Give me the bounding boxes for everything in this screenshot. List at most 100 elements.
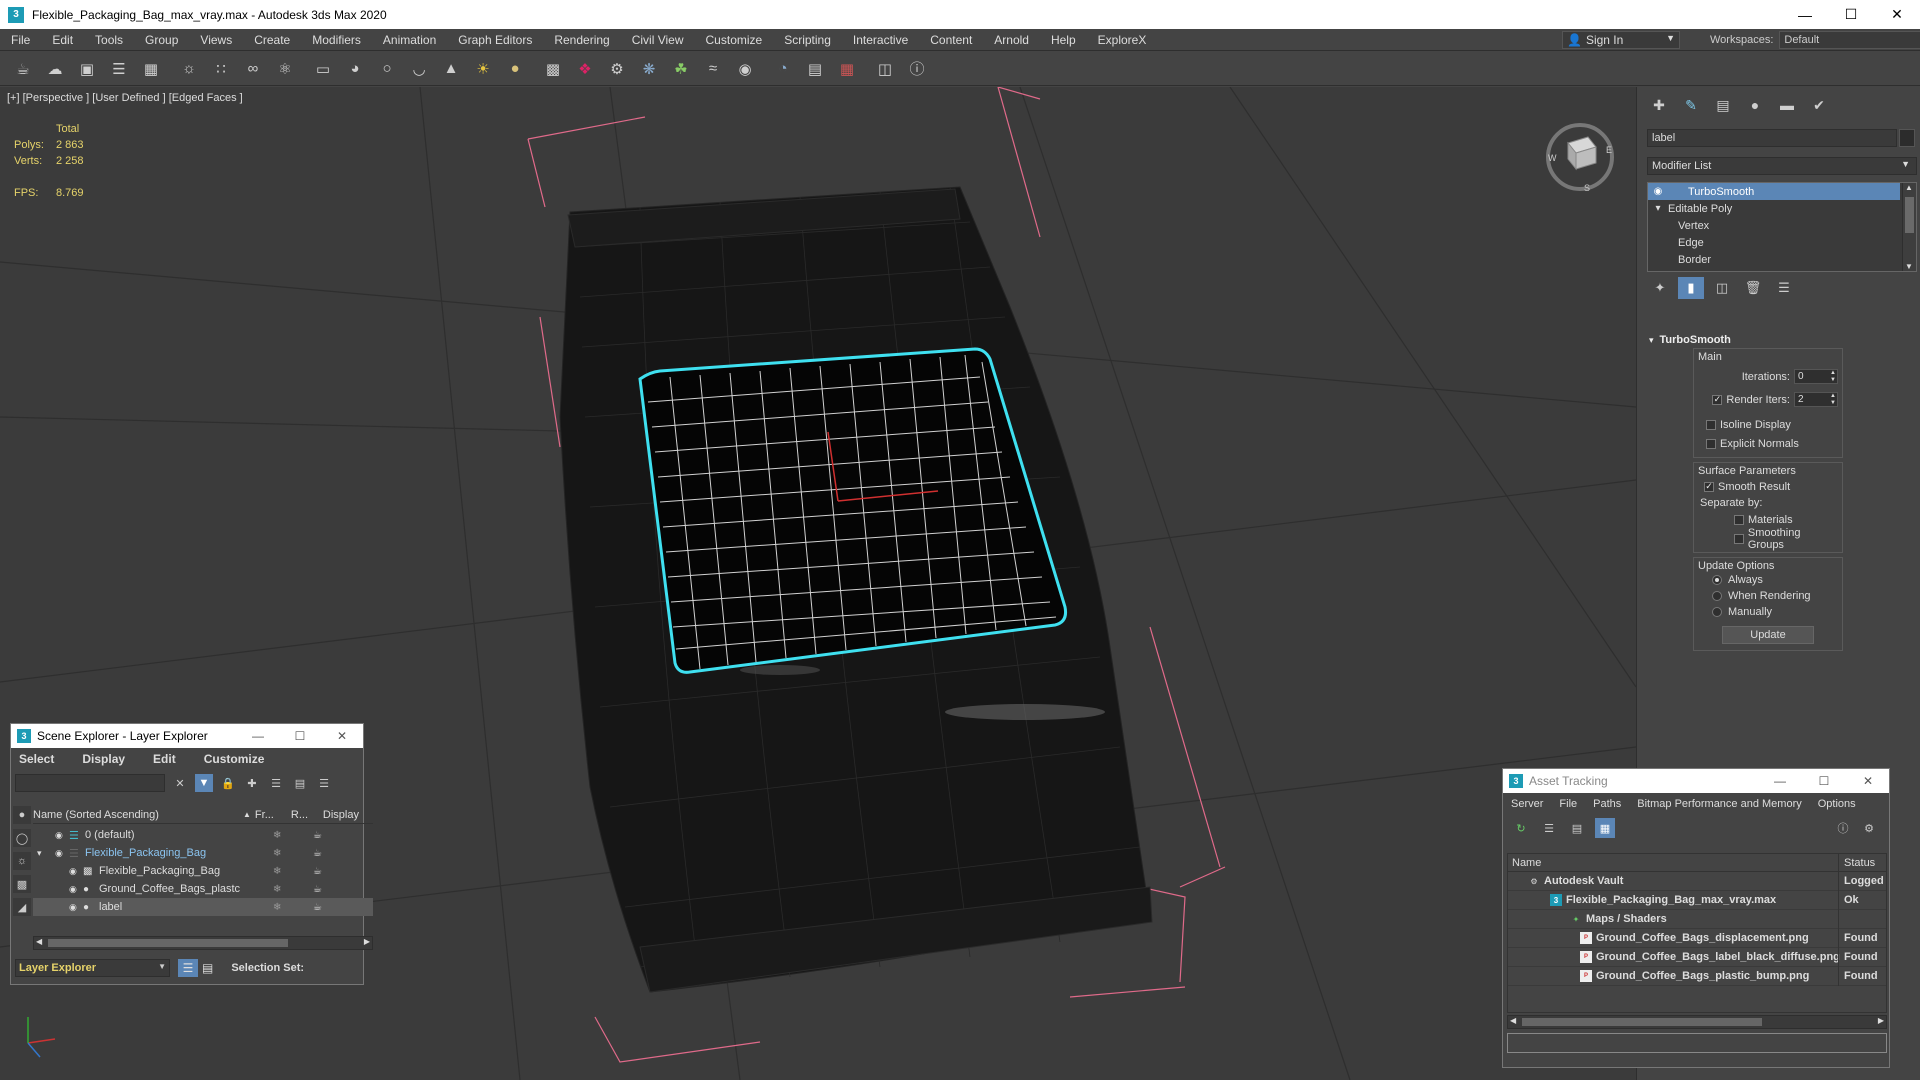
utilities-tab-icon[interactable]: ✔ — [1805, 93, 1833, 117]
modify-tab-icon[interactable]: ✎ — [1677, 93, 1705, 117]
chevron-left-icon[interactable]: ◀ — [36, 937, 42, 946]
spring-icon[interactable]: ∞ — [240, 56, 266, 82]
display-tab-icon[interactable]: ▬ — [1773, 93, 1801, 117]
menu-content[interactable]: Content — [919, 33, 983, 47]
list-icon[interactable]: ☰ — [106, 56, 132, 82]
freeze-icon[interactable]: ❄ — [273, 866, 281, 877]
table-icon[interactable]: ▦ — [138, 56, 164, 82]
expand-triangle-icon[interactable]: ▾ — [1648, 203, 1668, 214]
sphere-icon[interactable]: ○ — [374, 56, 400, 82]
render-frame-icon[interactable]: ▣ — [74, 56, 100, 82]
atom-icon[interactable]: ⚛ — [272, 56, 298, 82]
materials-checkbox[interactable] — [1734, 514, 1744, 525]
menu-animation[interactable]: Animation — [372, 33, 447, 47]
close-button[interactable]: ✕ — [1874, 0, 1920, 29]
expand-triangle-icon[interactable]: ▾ — [37, 848, 42, 859]
scene-explorer-titlebar[interactable]: 3 Scene Explorer - Layer Explorer — ☐ ✕ — [11, 724, 363, 748]
label-mesh[interactable] — [638, 347, 1067, 674]
pin-stack-icon[interactable]: ✦ — [1647, 277, 1673, 299]
hair-icon[interactable]: ≈ — [700, 56, 726, 82]
manually-radio[interactable] — [1712, 607, 1722, 617]
object-color-swatch[interactable] — [1899, 129, 1915, 147]
remove-modifier-icon[interactable]: 🗑 — [1740, 277, 1766, 299]
teapot-icon[interactable]: ☕ — [10, 56, 36, 82]
chevron-down-icon[interactable]: ▼ — [1905, 262, 1913, 271]
workspaces-select[interactable]: Default ▼ — [1779, 31, 1920, 49]
particles-icon[interactable]: ∷ — [208, 56, 234, 82]
refresh-icon[interactable]: ↻ — [1511, 818, 1531, 838]
col-frozen[interactable]: Fr... — [255, 809, 291, 821]
col-render[interactable]: R... — [291, 809, 323, 821]
se-menu-display[interactable]: Display — [62, 752, 133, 766]
stack-item-border[interactable]: Border — [1648, 251, 1916, 268]
chevron-up-icon[interactable]: ▲ — [1905, 183, 1913, 192]
help-icon[interactable]: ⓘ — [904, 56, 930, 82]
table-row[interactable]: ▾ ◉ ☰ Flexible_Packaging_Bag ❄ ☕ — [33, 844, 373, 862]
se-horizontal-scrollbar[interactable]: ◀ ▶ — [33, 936, 373, 950]
bowl-icon[interactable]: ◡ — [406, 56, 432, 82]
display-lights-icon[interactable]: ☼ — [13, 852, 31, 870]
sun-icon[interactable]: ☀ — [470, 56, 496, 82]
always-radio[interactable] — [1712, 575, 1722, 585]
update-button[interactable]: Update — [1722, 626, 1814, 644]
table-row[interactable]: P Ground_Coffee_Bags_label_black_diffuse… — [1508, 947, 1886, 967]
when-rendering-radio[interactable] — [1712, 591, 1722, 601]
at-col-status[interactable]: Status — [1838, 853, 1875, 872]
new-layer-icon[interactable]: ✚ — [243, 774, 261, 792]
thumbnail-view-icon[interactable]: ▤ — [1567, 818, 1587, 838]
freeze-icon[interactable]: ❄ — [273, 830, 281, 841]
layers-toggle-icon[interactable]: ☰ — [178, 959, 198, 977]
close-button[interactable]: ✕ — [325, 724, 359, 748]
plant-icon[interactable]: ☘ — [668, 56, 694, 82]
at-menu-server[interactable]: Server — [1503, 798, 1551, 810]
viewport-label[interactable]: [+] [Perspective ] [User Defined ] [Edge… — [7, 92, 243, 104]
maximize-button[interactable]: ☐ — [283, 724, 317, 748]
freeze-icon[interactable]: ❄ — [273, 902, 281, 913]
scrollbar-thumb[interactable] — [1522, 1018, 1762, 1026]
world-icon[interactable]: ◔ — [770, 56, 796, 82]
render-icon[interactable]: ▦ — [834, 56, 860, 82]
eye-icon[interactable]: ◉ — [1648, 186, 1668, 197]
image-icon[interactable]: ▤ — [802, 56, 828, 82]
hierarchy-icon[interactable]: ▤ — [291, 774, 309, 792]
se-menu-customize[interactable]: Customize — [184, 752, 273, 766]
motion-tab-icon[interactable]: ● — [1741, 93, 1769, 117]
show-end-result-icon[interactable]: ▮ — [1678, 277, 1704, 299]
dome-icon[interactable]: ◕ — [342, 56, 368, 82]
table-view-icon[interactable]: ▦ — [1595, 818, 1615, 838]
render-iters-checkbox[interactable]: ✓ — [1712, 394, 1723, 405]
render-teapot-icon[interactable]: ☕ — [313, 848, 322, 859]
se-menu-select[interactable]: Select — [11, 752, 62, 766]
rollout-header[interactable]: ▾ TurboSmooth — [1643, 332, 1917, 348]
eye-icon[interactable]: ◉ — [69, 866, 77, 877]
table-row[interactable]: ◉ ● Ground_Coffee_Bags_plastc ❄ ☕ — [33, 880, 373, 898]
table-row[interactable]: 3 Flexible_Packaging_Bag_max_vray.max Ok — [1508, 890, 1886, 910]
filter-icon[interactable]: ▼ — [195, 774, 213, 792]
minimize-button[interactable]: — — [241, 724, 275, 748]
minimize-button[interactable]: — — [1782, 0, 1828, 29]
render-teapot-icon[interactable]: ☕ — [313, 830, 322, 841]
chevron-right-icon[interactable]: ▶ — [364, 937, 370, 946]
add-to-layer-icon[interactable]: ☰ — [267, 774, 285, 792]
menu-civil-view[interactable]: Civil View — [621, 33, 695, 47]
at-menu-file[interactable]: File — [1551, 798, 1585, 810]
menu-create[interactable]: Create — [243, 33, 301, 47]
freeze-icon[interactable]: ❄ — [273, 884, 281, 895]
menu-modifiers[interactable]: Modifiers — [301, 33, 372, 47]
menu-graph-editors[interactable]: Graph Editors — [447, 33, 543, 47]
at-horizontal-scrollbar[interactable]: ◀ ▶ — [1507, 1015, 1887, 1029]
table-row[interactable]: ✦ Maps / Shaders — [1508, 909, 1886, 929]
freeze-icon[interactable]: ❄ — [273, 848, 281, 859]
render-teapot-icon[interactable]: ☕ — [313, 884, 322, 895]
settings-icon[interactable]: ⚙ — [1859, 818, 1879, 838]
hierarchy-tab-icon[interactable]: ▤ — [1709, 93, 1737, 117]
stack-item-vertex[interactable]: Vertex — [1648, 217, 1916, 234]
table-row[interactable]: ⚙ Autodesk Vault Logged — [1508, 871, 1886, 891]
iterations-spinner[interactable]: 0 ▲ ▼ — [1794, 369, 1838, 384]
cloud-icon[interactable]: ☁ — [42, 56, 68, 82]
table-row[interactable]: ◉ ☰ 0 (default) ❄ ☕ — [33, 826, 373, 844]
menu-explorex[interactable]: ExploreX — [1087, 33, 1158, 47]
list-view-icon[interactable]: ☰ — [1539, 818, 1559, 838]
display-objects-icon[interactable]: ● — [13, 806, 31, 824]
display-cameras-icon[interactable]: ▩ — [13, 875, 31, 893]
